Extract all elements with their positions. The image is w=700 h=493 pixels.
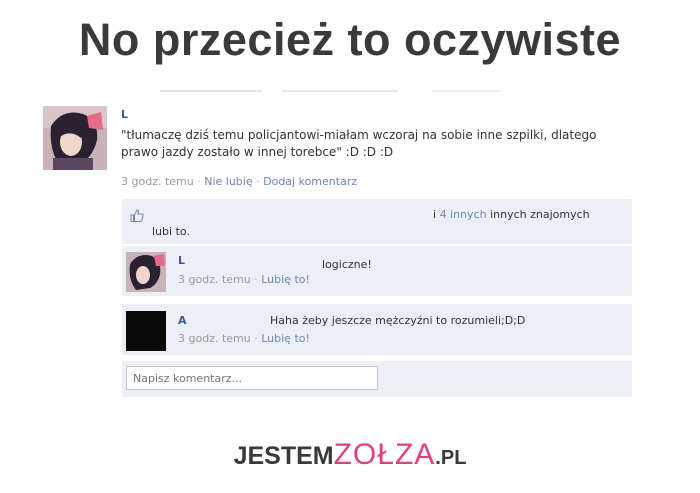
post-author-avatar[interactable] [43, 106, 107, 170]
comment-like-link[interactable]: Lubię to! [261, 273, 310, 286]
logo-part-jestem: JESTEM [233, 442, 334, 470]
comment-avatar[interactable] [126, 311, 166, 351]
thumbs-up-icon [130, 207, 144, 226]
write-comment-area [122, 361, 632, 397]
likes-summary: i 4 innych innych znajomych lubi to. [122, 199, 632, 244]
comment-avatar[interactable] [126, 252, 166, 292]
others-link[interactable]: 4 innych [440, 208, 487, 221]
likes-friends-text: i 4 innych innych znajomych [433, 208, 590, 221]
blurred-header-bar [160, 90, 500, 92]
comment-time[interactable]: 3 godz. temu [178, 332, 251, 345]
logo-part-zolza: ZOŁZA [333, 438, 436, 471]
add-comment-link[interactable]: Dodaj komentarz [263, 175, 357, 188]
site-logo[interactable]: JESTEMZOŁZA.PL [0, 438, 700, 472]
comment-time[interactable]: 3 godz. temu [178, 273, 251, 286]
meta-separator: · [254, 332, 258, 345]
post-author-name[interactable]: L [121, 108, 128, 121]
comment-item: L logiczne! 3 godz. temu · Lubię to! [122, 245, 632, 296]
comment-author[interactable]: L [178, 254, 185, 267]
likes-and: i [433, 208, 437, 221]
meta-separator: · [256, 175, 260, 188]
comment-like-link[interactable]: Lubię to! [261, 332, 310, 345]
meta-separator: · [197, 175, 201, 188]
logo-part-pl: .PL [435, 447, 467, 469]
likes-friends: innych znajomych [490, 208, 590, 221]
likes-text: lubi to. [152, 225, 190, 238]
comment-text: Haha żeby jeszcze mężczyźni to rozumieli… [270, 314, 526, 327]
comment-meta: 3 godz. temu · Lubię to! [178, 273, 310, 286]
post-meta: 3 godz. temu · Nie lubię · Dodaj komenta… [121, 175, 357, 188]
comment-input[interactable] [126, 366, 378, 390]
post-time[interactable]: 3 godz. temu [121, 175, 194, 188]
unlike-link[interactable]: Nie lubię [204, 175, 252, 188]
comment-item: A Haha żeby jeszcze mężczyźni to rozumie… [122, 303, 632, 355]
comment-author[interactable]: A [178, 314, 187, 327]
headline: No przecież to oczywiste [78, 14, 622, 65]
post-text: "tłumaczę dziś temu policjantowi-miałam … [121, 128, 597, 159]
meta-separator: · [254, 273, 258, 286]
comment-meta: 3 godz. temu · Lubię to! [178, 332, 310, 345]
comment-text: logiczne! [322, 258, 372, 271]
